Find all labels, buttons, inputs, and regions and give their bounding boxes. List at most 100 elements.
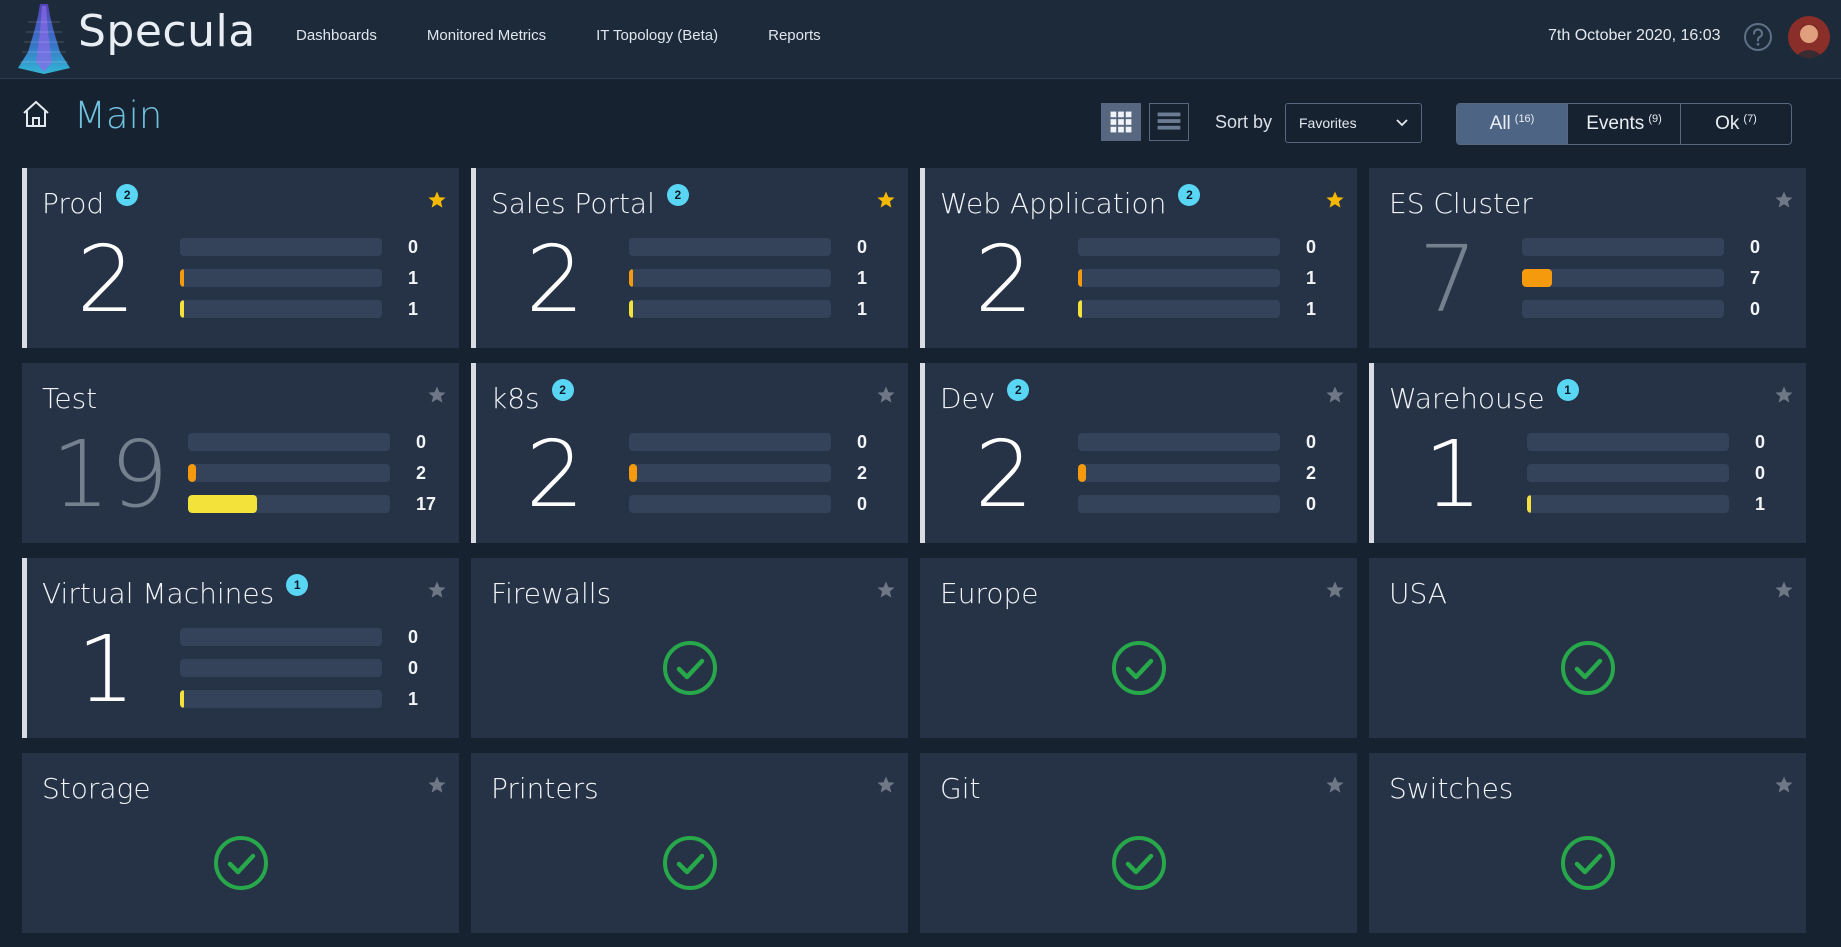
event-count-badge: 1 bbox=[1556, 379, 1579, 401]
dashboard-card[interactable]: Printers bbox=[471, 753, 908, 933]
star-icon[interactable] bbox=[427, 775, 447, 795]
total-count: 2 bbox=[974, 421, 1034, 528]
star-icon[interactable] bbox=[876, 580, 896, 600]
star-icon[interactable] bbox=[427, 580, 447, 600]
ok-check-icon bbox=[1111, 836, 1166, 890]
card-title: Firewalls bbox=[491, 577, 612, 610]
dashboard-card[interactable]: Prod 2 2 0 1 1 bbox=[22, 168, 459, 348]
star-icon[interactable] bbox=[876, 385, 896, 405]
card-title: USA bbox=[1389, 577, 1447, 610]
card-title: Virtual Machines bbox=[42, 577, 275, 610]
severity-bar-fill bbox=[1522, 269, 1552, 287]
filter-events-button[interactable]: Events (9) bbox=[1568, 104, 1681, 144]
grid-icon bbox=[1110, 111, 1132, 133]
card-title: Sales Portal bbox=[491, 187, 655, 220]
star-icon[interactable] bbox=[1325, 580, 1345, 600]
severity-bar-fill bbox=[180, 300, 184, 318]
dashboard-card[interactable]: k8s 2 2 0 2 0 bbox=[471, 363, 908, 543]
ok-check-icon bbox=[1560, 836, 1615, 890]
current-datetime: 7th October 2020, 16:03 bbox=[1548, 27, 1721, 44]
severity-count: 0 bbox=[1750, 299, 1761, 319]
favorite-star-icon[interactable] bbox=[427, 190, 447, 210]
star-icon[interactable] bbox=[876, 775, 896, 795]
sort-select[interactable]: Favorites bbox=[1285, 103, 1422, 143]
star-icon[interactable] bbox=[1774, 190, 1794, 210]
help-icon[interactable] bbox=[1743, 22, 1773, 52]
star-icon[interactable] bbox=[1774, 580, 1794, 600]
filter-all-label: All bbox=[1489, 113, 1511, 134]
severity-bar-track bbox=[180, 628, 382, 646]
severity-bar-track bbox=[1522, 269, 1724, 287]
severity-bar-track bbox=[180, 659, 382, 677]
dashboard-card[interactable]: Storage bbox=[22, 753, 459, 933]
dashboard-card[interactable]: Web Application 2 2 0 1 1 bbox=[920, 168, 1357, 348]
dashboard-card[interactable]: Git bbox=[920, 753, 1357, 933]
severity-count: 0 bbox=[1306, 432, 1317, 452]
severity-count: 7 bbox=[1750, 268, 1761, 288]
page-title: Main bbox=[74, 94, 163, 137]
total-count: 2 bbox=[525, 421, 585, 528]
severity-bar-track bbox=[1078, 300, 1280, 318]
dashboard-card[interactable]: Sales Portal 2 2 0 1 1 bbox=[471, 168, 908, 348]
filter-events-count: (9) bbox=[1648, 113, 1662, 125]
severity-count: 1 bbox=[1306, 299, 1317, 319]
total-count: 19 bbox=[51, 421, 169, 528]
severity-bar-fill bbox=[629, 269, 633, 287]
nav-dashboards[interactable]: Dashboards bbox=[296, 27, 377, 44]
severity-count: 0 bbox=[1306, 237, 1317, 257]
severity-count: 0 bbox=[416, 432, 427, 452]
filter-all-button[interactable]: All (16) bbox=[1457, 104, 1568, 144]
star-icon[interactable] bbox=[1774, 775, 1794, 795]
sort-label: Sort by bbox=[1215, 112, 1273, 132]
dashboard-card[interactable]: Warehouse 1 1 0 0 1 bbox=[1369, 363, 1806, 543]
dashboard-card[interactable]: Virtual Machines 1 1 0 0 1 bbox=[22, 558, 459, 738]
severity-bar-track bbox=[1078, 464, 1280, 482]
list-icon bbox=[1157, 112, 1181, 130]
dashboard-card[interactable]: Test 19 0 2 17 bbox=[22, 363, 459, 543]
total-count: 7 bbox=[1418, 226, 1478, 333]
star-icon[interactable] bbox=[1325, 385, 1345, 405]
dashboard-card[interactable]: USA bbox=[1369, 558, 1806, 738]
dashboard-card[interactable]: ES Cluster 7 0 7 0 bbox=[1369, 168, 1806, 348]
ok-check-icon bbox=[662, 641, 717, 695]
user-avatar[interactable] bbox=[1788, 16, 1830, 58]
event-count-badge: 2 bbox=[551, 379, 574, 401]
severity-count: 0 bbox=[408, 627, 419, 647]
dashboard-card[interactable]: Europe bbox=[920, 558, 1357, 738]
list-view-button[interactable] bbox=[1149, 103, 1189, 141]
event-count-badge: 2 bbox=[116, 184, 139, 206]
card-title: Test bbox=[42, 382, 98, 415]
nav-monitored-metrics[interactable]: Monitored Metrics bbox=[427, 27, 546, 44]
nav-it-topology[interactable]: IT Topology (Beta) bbox=[596, 27, 718, 44]
severity-count: 1 bbox=[1755, 494, 1766, 514]
severity-bar-fill bbox=[1078, 464, 1086, 482]
favorite-star-icon[interactable] bbox=[876, 190, 896, 210]
dashboard-card[interactable]: Dev 2 2 0 2 0 bbox=[920, 363, 1357, 543]
star-icon[interactable] bbox=[1325, 775, 1345, 795]
severity-bar-track bbox=[1522, 238, 1724, 256]
severity-bar-track bbox=[188, 495, 390, 513]
home-icon[interactable] bbox=[20, 98, 52, 130]
grid-view-button[interactable] bbox=[1101, 103, 1141, 141]
card-title: k8s bbox=[491, 382, 540, 415]
severity-count: 0 bbox=[857, 237, 868, 257]
star-icon[interactable] bbox=[427, 385, 447, 405]
specula-logo-icon[interactable] bbox=[14, 2, 74, 74]
ok-check-icon bbox=[1111, 641, 1166, 695]
severity-count: 0 bbox=[408, 237, 419, 257]
severity-bar-track bbox=[1078, 495, 1280, 513]
dashboard-card[interactable]: Switches bbox=[1369, 753, 1806, 933]
filter-ok-button[interactable]: Ok (7) bbox=[1681, 104, 1791, 144]
card-title: Storage bbox=[42, 772, 151, 805]
severity-bar-track bbox=[180, 269, 382, 287]
total-count: 2 bbox=[974, 226, 1034, 333]
dashboard-card[interactable]: Firewalls bbox=[471, 558, 908, 738]
top-bar: Specula Dashboards Monitored Metrics IT … bbox=[0, 0, 1841, 79]
nav-reports[interactable]: Reports bbox=[768, 27, 821, 44]
star-icon[interactable] bbox=[1774, 385, 1794, 405]
severity-count: 2 bbox=[416, 463, 427, 483]
severity-count: 0 bbox=[1306, 494, 1317, 514]
severity-count: 0 bbox=[1755, 463, 1766, 483]
severity-bar-track bbox=[1078, 238, 1280, 256]
favorite-star-icon[interactable] bbox=[1325, 190, 1345, 210]
